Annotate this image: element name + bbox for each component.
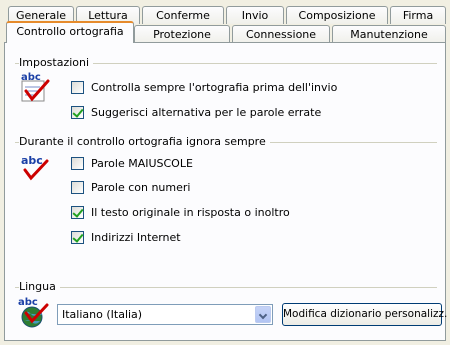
abc-check-icon: abc (21, 154, 49, 181)
edit-custom-dictionary-button[interactable]: Modifica dizionario personalizz. (282, 303, 447, 326)
checkbox-label[interactable]: Controlla sempre l'ortografia prima dell… (91, 81, 337, 94)
tab-label: Connessione (245, 28, 317, 41)
svg-text:abc: abc (21, 72, 41, 83)
language-select-value: Italiano (Italia) (62, 308, 143, 321)
svg-text:abc: abc (18, 297, 38, 308)
tab-label: Firma (402, 9, 434, 22)
chevron-down-icon[interactable] (255, 306, 271, 323)
tab-connessione[interactable]: Connessione (232, 25, 330, 43)
abc-spellcheck-icon: abc (21, 72, 50, 102)
tab-panel: Impostazioni abc Controlla sempre l'orto… (4, 42, 446, 341)
checkbox-label[interactable]: Il testo originale in risposta o inoltro (91, 206, 290, 219)
tab-invio[interactable]: Invio (226, 6, 284, 24)
checkbox-label[interactable]: Parole con numeri (91, 181, 190, 194)
checkbox-label[interactable]: Indirizzi Internet (91, 231, 181, 244)
group-title-ignora: Durante il controllo ortografia ignora s… (19, 135, 270, 148)
tab-label: Manutenzione (350, 28, 428, 41)
tab-label: Controllo ortografia (16, 25, 124, 38)
tab-label: Invio (241, 9, 269, 22)
language-select[interactable]: Italiano (Italia) (57, 304, 273, 325)
checkbox-indirizzi-internet[interactable] (71, 231, 84, 244)
group-title-impostazioni: Impostazioni (19, 56, 94, 69)
tab-manutenzione[interactable]: Manutenzione (332, 25, 446, 43)
group-title-lingua: Lingua (19, 280, 60, 293)
tab-protezione[interactable]: Protezione (134, 25, 230, 43)
checkbox-controlla-ortografia[interactable] (71, 81, 84, 94)
tab-composizione[interactable]: Composizione (286, 6, 388, 24)
tab-firma[interactable]: Firma (390, 6, 446, 24)
tab-controllo-ortografia[interactable]: Controllo ortografia (6, 21, 134, 43)
svg-text:abc: abc (21, 154, 43, 167)
checkbox-label[interactable]: Suggerisci alternativa per le parole err… (91, 106, 321, 119)
tab-label: Protezione (153, 28, 211, 41)
checkbox-parole-maiuscole[interactable] (71, 157, 84, 170)
group-divider (15, 287, 437, 288)
tab-label: Composizione (298, 9, 376, 22)
checkbox-label[interactable]: Parole MAIUSCOLE (91, 157, 193, 170)
tab-conferme[interactable]: Conferme (142, 6, 224, 24)
abc-globe-icon: abc (18, 297, 49, 328)
tab-label: Conferme (156, 9, 210, 22)
checkbox-parole-con-numeri[interactable] (71, 181, 84, 194)
checkbox-suggerisci-alternativa[interactable] (71, 106, 84, 119)
checkbox-testo-originale[interactable] (71, 206, 84, 219)
